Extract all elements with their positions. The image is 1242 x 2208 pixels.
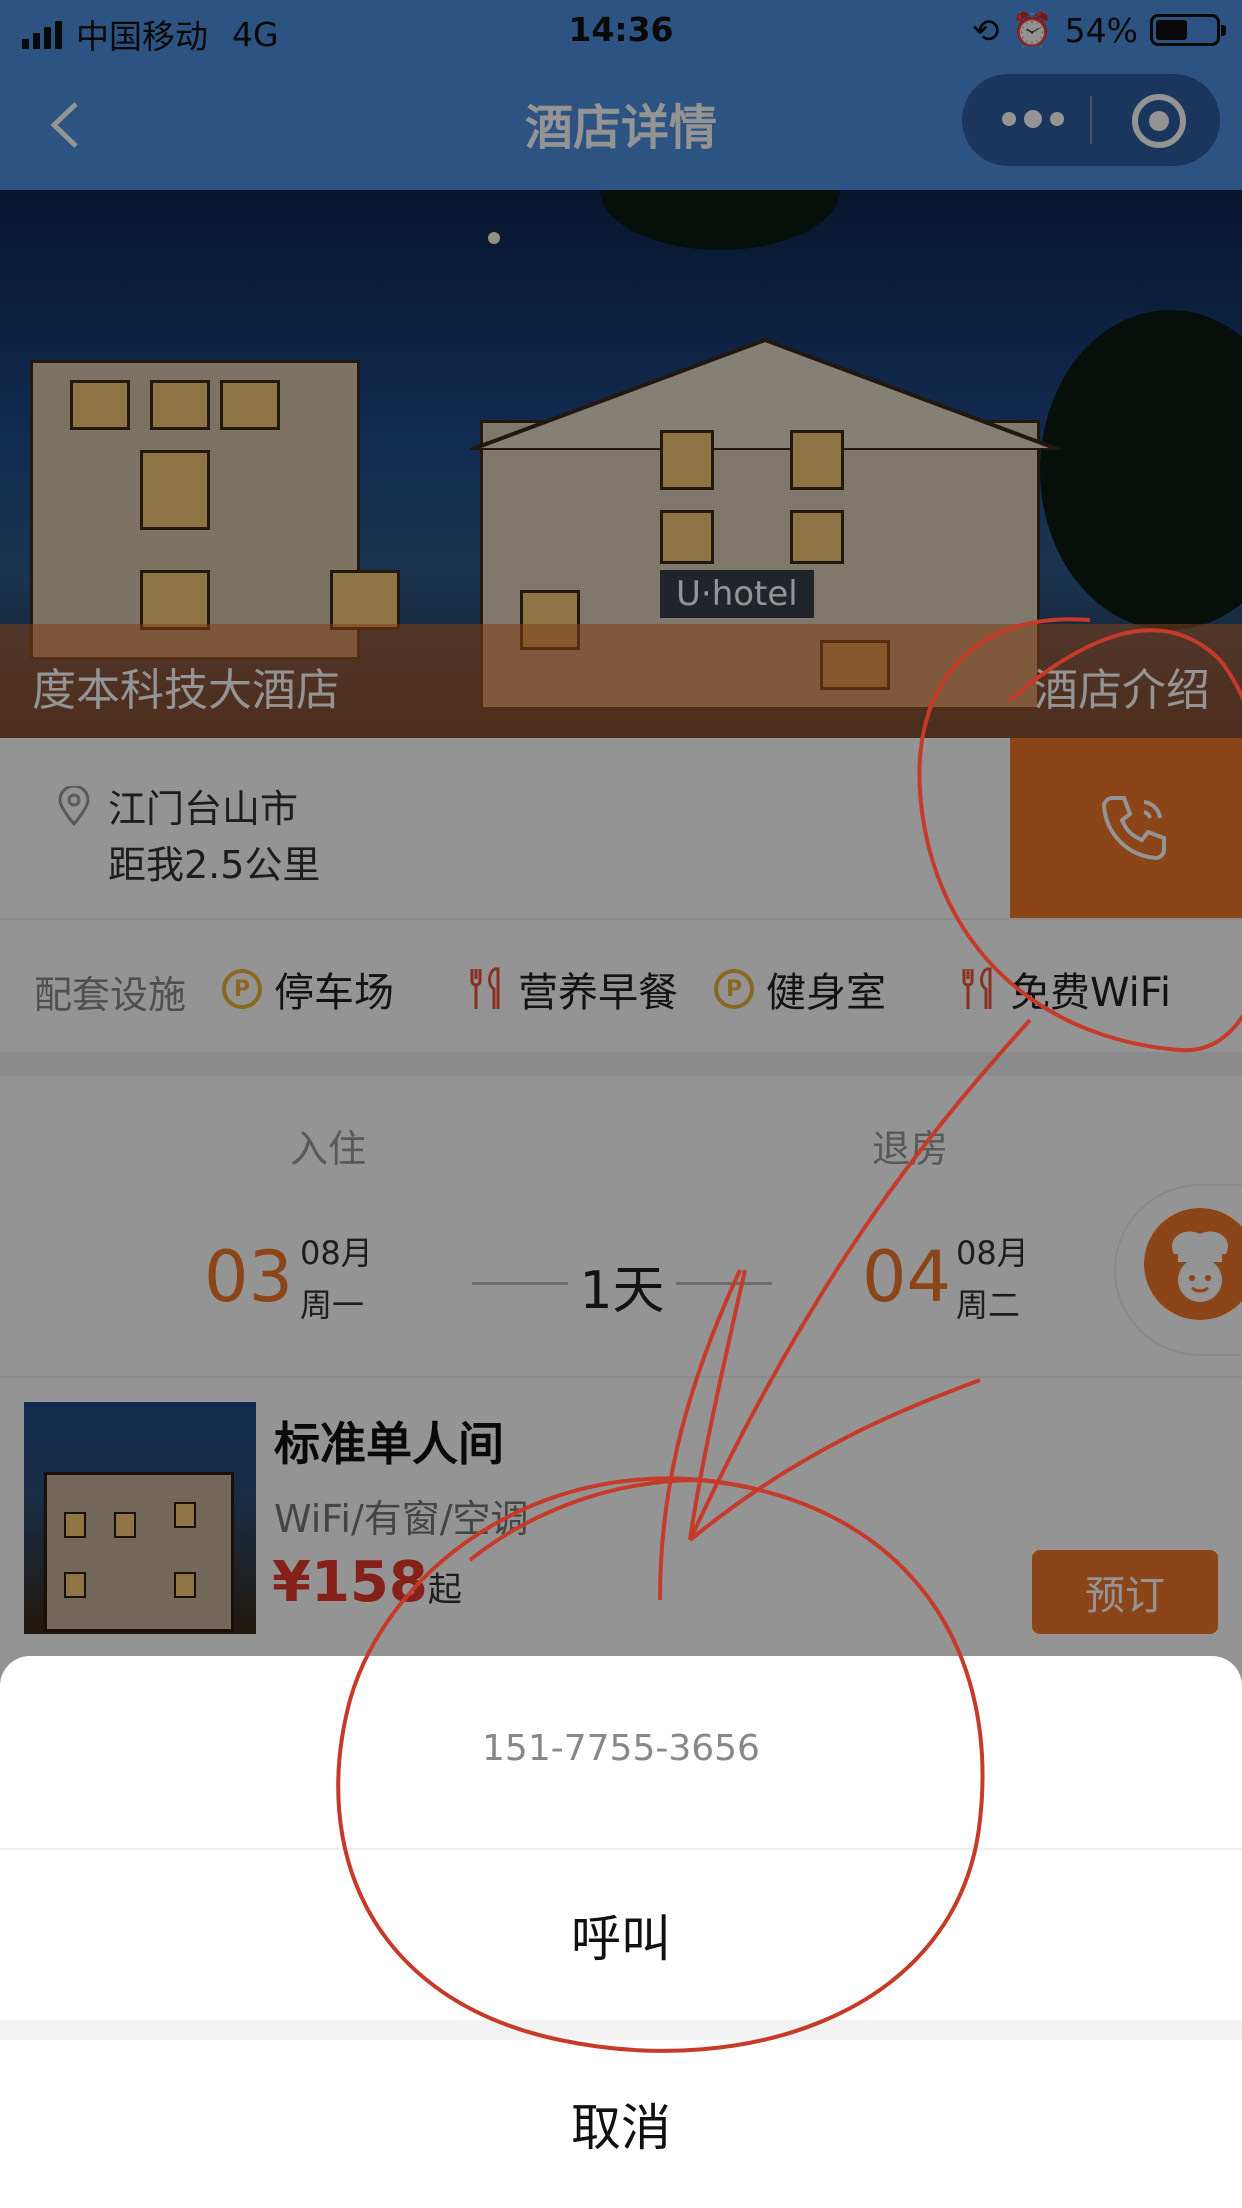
cancel-button[interactable]: 取消: [0, 2040, 1242, 2208]
call-action-sheet: 151-7755-3656 呼叫 取消: [0, 1656, 1242, 2208]
sheet-gap: [0, 2020, 1242, 2040]
call-button[interactable]: 呼叫: [0, 1850, 1242, 2020]
phone-number: 151-7755-3656: [482, 1728, 760, 1769]
